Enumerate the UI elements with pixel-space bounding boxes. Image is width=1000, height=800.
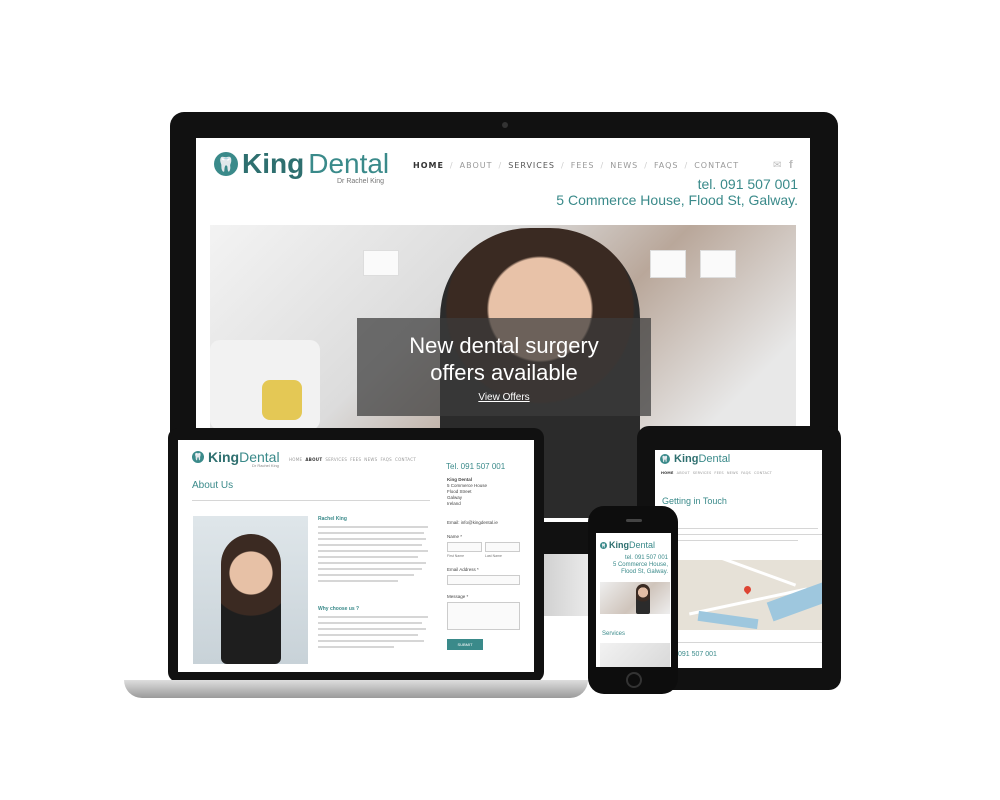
wall-socket: [363, 250, 399, 276]
hero-title-line1: New dental surgery: [409, 333, 599, 358]
nav-home[interactable]: HOME: [661, 471, 674, 475]
first-name-label: First Name: [447, 554, 465, 558]
laptop-base: [124, 680, 588, 698]
submit-button[interactable]: SUBMIT: [447, 639, 483, 650]
nav-home[interactable]: HOME: [413, 161, 444, 170]
nav-news[interactable]: NEWS: [610, 161, 638, 170]
location-map[interactable]: [678, 560, 822, 630]
hero-title-line2: offers available: [430, 360, 578, 385]
logo-king: King: [242, 148, 305, 179]
phone-tel: tel. 091 507 001: [624, 555, 668, 561]
phone-address-line: Flood St, Galway.: [621, 569, 668, 575]
tooth-icon: 🦷: [214, 152, 238, 176]
nav-home[interactable]: HOME: [289, 457, 302, 462]
nav-services[interactable]: SERVICES: [693, 471, 712, 475]
camera-icon: [502, 122, 508, 128]
map-pin-icon[interactable]: [742, 584, 753, 595]
message-label: Message *: [447, 594, 469, 599]
phone-logo[interactable]: 🦷 King Dental: [600, 540, 655, 550]
nav-about[interactable]: ABOUT: [677, 471, 690, 475]
nav-contact[interactable]: CONTACT: [694, 161, 739, 170]
divider: [678, 642, 822, 643]
devices-mockup: 🦷 King Dental Dr Rachel King HOME / ABOUT…: [0, 0, 1000, 800]
logo-subtitle: Dr Rachel King: [337, 178, 385, 185]
nav-services[interactable]: SERVICES: [508, 161, 555, 170]
address-line: Ireland: [447, 501, 461, 506]
nav-about[interactable]: ABOUT: [460, 161, 493, 170]
about-heading: About Us: [192, 480, 234, 491]
phone-section-heading: Services: [602, 631, 626, 637]
nav-faqs[interactable]: FAQS: [381, 457, 393, 462]
profile-name: Rachel King: [318, 516, 347, 522]
phone-contact: tel. 091 507 001 5 Commerce House, Flood…: [598, 555, 668, 576]
tablet-heading: Getting in Touch: [662, 496, 727, 506]
logo-king: King: [674, 453, 699, 465]
tablet-logo[interactable]: 🦷 King Dental: [660, 453, 730, 465]
nav-news[interactable]: NEWS: [727, 471, 738, 475]
desktop-phone: tel. 091 507 001: [697, 176, 798, 192]
view-offers-link[interactable]: View Offers: [357, 392, 651, 403]
last-name-label: Last Name: [485, 554, 502, 558]
tablet-phone: 091 507 001: [678, 651, 717, 658]
nav-fees[interactable]: FEES: [571, 161, 595, 170]
logo-dental: Dental: [629, 540, 656, 550]
nav-contact[interactable]: CONTACT: [754, 471, 772, 475]
first-name-input[interactable]: [447, 542, 482, 552]
desktop-nav: HOME / ABOUT / SERVICES / FEES / NEWS / FAQS /…: [413, 161, 740, 170]
why-choose-text: [318, 616, 430, 648]
email-input[interactable]: [447, 575, 520, 585]
tooth-icon: 🦷: [192, 451, 204, 463]
mail-icon[interactable]: ✉: [773, 160, 781, 171]
logo-king: King: [208, 449, 240, 465]
wall-socket: [650, 250, 686, 278]
divider: [192, 500, 430, 501]
why-choose-heading: Why choose us ?: [318, 606, 360, 612]
desktop-address: 5 Commerce House, Flood St, Galway.: [556, 192, 798, 208]
contact-email[interactable]: Email: info@kingdental.ie: [447, 520, 498, 525]
nav-faqs[interactable]: FAQS: [654, 161, 679, 170]
nav-services[interactable]: SERVICES: [325, 457, 347, 462]
laptop-phone: Tel. 091 507 001: [446, 462, 506, 471]
hero-caption: New dental surgery offers available View…: [357, 318, 651, 416]
email-label: Email Address *: [447, 567, 479, 572]
tooth-icon: 🦷: [600, 541, 607, 549]
profile-photo: [193, 516, 308, 664]
tooth-icon: 🦷: [660, 454, 670, 464]
logo-dental: Dental: [308, 148, 390, 179]
facebook-icon[interactable]: f: [789, 159, 793, 171]
home-button[interactable]: [626, 672, 642, 688]
phone-address-line: 5 Commerce House,: [612, 562, 668, 568]
nav-faqs[interactable]: FAQS: [741, 471, 751, 475]
nav-news[interactable]: NEWS: [364, 457, 377, 462]
laptop-nav: HOME ABOUT SERVICES FEES NEWS FAQS CONTA…: [289, 457, 416, 462]
phone-speaker: [626, 519, 642, 522]
wall-socket: [700, 250, 736, 278]
message-textarea[interactable]: [447, 602, 520, 630]
tablet-intro-text: [678, 528, 822, 541]
name-label: Name *: [447, 534, 463, 539]
nav-about[interactable]: ABOUT: [305, 457, 322, 462]
tablet-screen: [655, 450, 822, 668]
profile-bio: [318, 526, 430, 586]
nav-contact[interactable]: CONTACT: [395, 457, 416, 462]
logo-king: King: [609, 540, 629, 550]
equipment-button-panel: [262, 380, 302, 420]
desktop-logo[interactable]: 🦷 King Dental: [214, 148, 389, 180]
phone-services-image: [600, 643, 670, 667]
nav-fees[interactable]: FEES: [350, 457, 361, 462]
logo-subtitle: Dr Rachel King: [252, 463, 279, 468]
contact-block: King Dental 5 Commerce House Flood Stree…: [447, 477, 487, 507]
nav-fees[interactable]: FEES: [714, 471, 723, 475]
last-name-input[interactable]: [485, 542, 520, 552]
logo-dental: Dental: [698, 453, 731, 465]
tablet-nav: HOME ABOUT SERVICES FEES NEWS FAQS CONTA…: [661, 471, 772, 475]
phone-hero-image: [600, 582, 670, 614]
